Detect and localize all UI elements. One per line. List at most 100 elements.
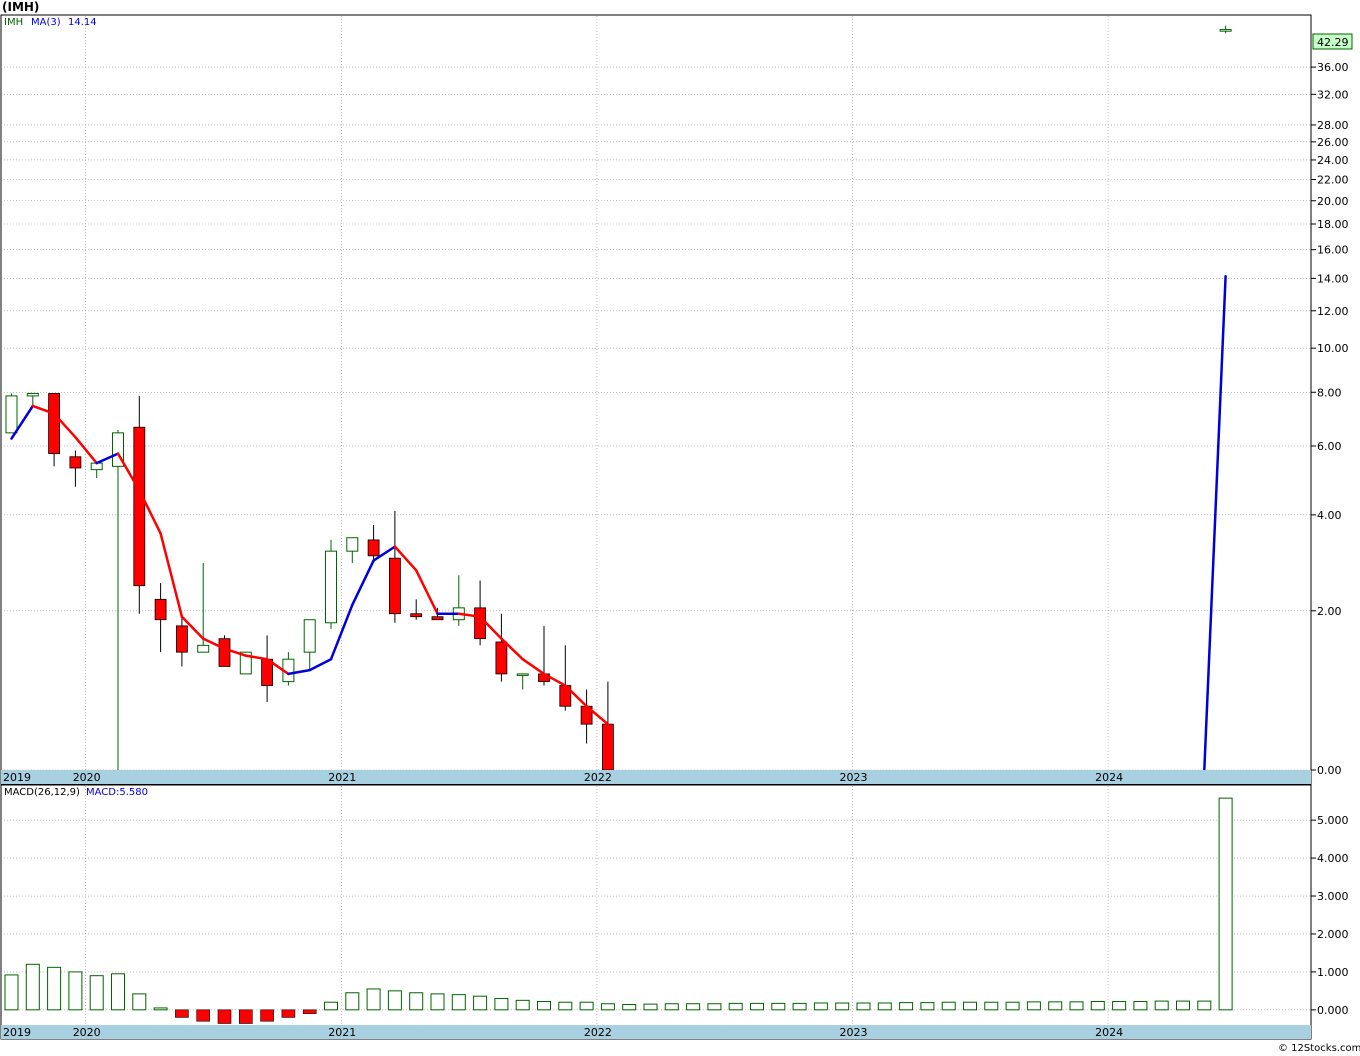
macd-bar-positive <box>792 1002 807 1011</box>
price-y-tick-label: 20.00 <box>1317 195 1349 208</box>
macd-bar-positive <box>68 971 83 1011</box>
macd-bar-negative <box>175 1009 189 1018</box>
macd-bar-positive <box>963 1001 977 1011</box>
macd-bar-positive <box>686 1003 701 1011</box>
footer-credit: © 12Stocks.com <box>1278 1043 1360 1054</box>
price-y-tick-label: 32.00 <box>1317 88 1349 101</box>
price-y-tick-label: 28.00 <box>1317 119 1349 132</box>
price-x-tick-label: 2024 <box>1095 771 1123 784</box>
price-y-tick-label: 14.00 <box>1317 272 1349 285</box>
candle-body-down <box>410 613 423 618</box>
macd-x-tick-label: 2023 <box>840 1026 868 1039</box>
price-y-tick-label: 36.00 <box>1317 61 1349 74</box>
macd-bar-negative <box>302 1009 317 1014</box>
price-y-tick-label: 2.00 <box>1317 605 1342 618</box>
price-y-tick-label: 0.00 <box>1317 764 1342 777</box>
price-y-tick-label: 26.00 <box>1317 136 1349 149</box>
macd-x-tick-label: 2022 <box>584 1026 612 1039</box>
candle-body-up <box>516 673 529 676</box>
candle-body-down <box>388 557 401 615</box>
macd-bar-negative <box>196 1009 210 1022</box>
macd-bar-positive <box>622 1004 637 1011</box>
legend-ma-value: 14.14 <box>68 17 97 28</box>
macd-bar-positive <box>1026 1001 1041 1011</box>
candle-body-down <box>367 539 380 557</box>
price-x-tick-label: 2020 <box>73 771 101 784</box>
candle-body-down <box>69 456 82 469</box>
macd-bar-positive <box>835 1002 850 1011</box>
macd-x-tick-label: 2021 <box>328 1026 356 1039</box>
candle-body-up <box>26 392 39 397</box>
macd-bar-negative <box>217 1009 232 1024</box>
macd-bar-positive <box>920 1002 935 1011</box>
legend-ma-label: MA(3) <box>31 17 61 28</box>
price-y-tick-label: 18.00 <box>1317 218 1349 231</box>
macd-bar-positive <box>324 1001 338 1011</box>
macd-bar-positive <box>430 993 445 1011</box>
macd-y-tick-label: 2.000 <box>1317 928 1349 941</box>
macd-label: MACD(26,12,9) <box>4 787 80 798</box>
candle-body-down <box>218 638 231 667</box>
candle-body-down <box>48 393 60 455</box>
macd-bar-positive <box>47 966 62 1011</box>
candle-body-up <box>325 550 337 624</box>
macd-bar-positive <box>813 1002 828 1011</box>
price-y-tick-label: 24.00 <box>1317 154 1349 167</box>
candle-body-down <box>431 616 444 621</box>
macd-bar-positive <box>153 1007 168 1011</box>
macd-bar-positive <box>579 1001 594 1011</box>
macd-bar-positive <box>600 1003 615 1011</box>
candle-body-down <box>495 641 508 675</box>
candle-body-down <box>602 723 614 771</box>
macd-bar-positive <box>707 1003 722 1011</box>
macd-bar-positive <box>1176 1000 1190 1011</box>
price-y-tick-label: 6.00 <box>1317 440 1342 453</box>
macd-bar-negative <box>239 1009 253 1024</box>
candle-body-down <box>474 607 487 640</box>
macd-y-axis: 0.000 1.000 2.000 3.000 4.000 5.000 <box>1311 814 1349 1017</box>
macd-bar-positive <box>1133 1000 1148 1011</box>
macd-x-tick-label: 2019 <box>3 1026 31 1039</box>
macd-bar-positive <box>366 988 381 1011</box>
price-y-tick-label: 12.00 <box>1317 305 1349 318</box>
macd-bar-positive <box>494 997 509 1011</box>
macd-bar-positive <box>515 999 530 1011</box>
macd-bar-positive <box>409 992 424 1011</box>
macd-bar-positive <box>537 1000 551 1011</box>
macd-bar-positive <box>4 974 19 1011</box>
candle-body-up <box>346 537 359 552</box>
macd-bar-positive <box>664 1003 679 1011</box>
candle-body-up <box>1219 29 1232 32</box>
candle-body-up <box>5 395 18 434</box>
macd-bar-positive <box>387 990 402 1011</box>
macd-bar-positive <box>771 1002 786 1011</box>
macd-y-tick-label: 3.000 <box>1317 890 1349 903</box>
candle-body-down <box>154 598 167 621</box>
macd-bar-positive <box>1197 1000 1212 1011</box>
last-price-badge: 42.29 <box>1317 36 1349 49</box>
macd-bar-positive <box>473 995 488 1011</box>
macd-bar-positive <box>345 992 360 1011</box>
macd-bar-positive <box>1218 797 1233 1011</box>
price-x-tick-label: 2021 <box>328 771 356 784</box>
macd-bar-positive <box>877 1002 892 1011</box>
candle-body-up <box>197 644 210 653</box>
stock-chart: (IMH) 0.00 2.00 4.00 6.00 8.00 10.00 12.00 14.0… <box>0 0 1360 1054</box>
price-x-tick-label: 2023 <box>840 771 868 784</box>
macd-y-tick-label: 4.000 <box>1317 852 1349 865</box>
macd-bar-positive <box>1048 1001 1063 1011</box>
macd-panel <box>0 784 1312 1040</box>
price-y-axis: 0.00 2.00 4.00 6.00 8.00 10.00 12.00 14.00 16.00… <box>1311 61 1349 777</box>
macd-bar-positive <box>111 973 125 1011</box>
macd-bar-positive <box>451 994 466 1011</box>
macd-bar-positive <box>558 1001 573 1011</box>
macd-x-tick-label: 2020 <box>73 1026 101 1039</box>
price-y-tick-label: 22.00 <box>1317 174 1349 187</box>
macd-value: MACD:5.580 <box>86 787 148 798</box>
macd-bar-positive <box>728 1002 743 1011</box>
macd-bar-positive <box>132 993 147 1011</box>
macd-bar-positive <box>984 1001 999 1011</box>
price-y-tick-label: 16.00 <box>1317 244 1349 257</box>
price-y-tick-label: 8.00 <box>1317 386 1342 399</box>
price-x-tick-label: 2019 <box>3 771 31 784</box>
